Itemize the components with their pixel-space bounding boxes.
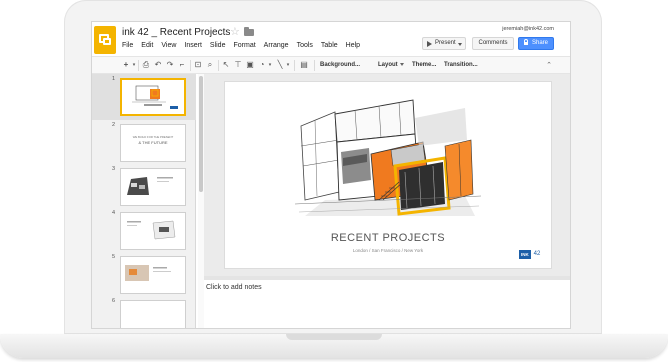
logo-number: 42 [531, 249, 543, 260]
building-photo-thumbnail [127, 220, 176, 240]
slide-title[interactable]: RECENT PROJECTS [225, 232, 551, 244]
folder-icon[interactable] [244, 27, 254, 36]
background-button[interactable]: Background... [320, 60, 360, 71]
filmstrip-scrollbar-thumb[interactable] [199, 76, 203, 192]
notes-placeholder: Click to add notes [206, 284, 262, 291]
current-slide[interactable]: RECENT PROJECTS London / San Francisco /… [225, 82, 551, 268]
document-title[interactable]: ink 42 _ Recent Projects [122, 27, 230, 38]
menu-bar: File Edit View Insert Slide Format Arran… [122, 42, 360, 54]
menu-view[interactable]: View [161, 42, 176, 54]
menu-arrange[interactable]: Arrange [264, 42, 289, 54]
slide-subtitle[interactable]: London / San Francisco / New York [225, 248, 551, 253]
present-button[interactable]: Present [422, 37, 466, 50]
ink42-logo: INK 42 [519, 249, 543, 260]
menu-help[interactable]: Help [346, 42, 360, 54]
building-photo-thumbnail [127, 177, 173, 195]
slide-thumbnail-2[interactable]: WE BUILD FOR THE PRESENT & THE FUTURE [120, 124, 186, 162]
slide-number: 6 [112, 298, 116, 304]
slide-number: 3 [112, 166, 116, 172]
thumbnail-text: WE BUILD FOR THE PRESENT [132, 135, 174, 139]
chevron-down-icon [399, 62, 404, 66]
zoom-icon[interactable]: ⌕ [206, 61, 214, 69]
background-label: Background... [320, 62, 361, 68]
star-icon[interactable]: ☆ [230, 25, 240, 38]
slide-number: 2 [112, 122, 116, 128]
slide-filmstrip: 1 2 WE BUILD FOR THE PRESENT & THE FUTUR… [92, 74, 196, 328]
slide-thumbnail-6[interactable] [120, 300, 186, 328]
paint-format-icon[interactable]: ⌐ [178, 61, 186, 69]
line-dropdown-icon[interactable]: ▾ [284, 61, 292, 69]
slide-thumbnail-1[interactable] [120, 78, 186, 116]
slide-thumbnail-3[interactable] [120, 168, 186, 206]
comment-icon[interactable]: ▤ [300, 61, 308, 69]
collapse-toolbar-icon[interactable]: ⌃ [546, 61, 552, 69]
layout-label: Layout [378, 62, 398, 68]
chevron-down-icon[interactable] [458, 43, 462, 46]
image-icon[interactable]: ▣ [246, 61, 254, 69]
building-sketch-thumbnail [132, 85, 178, 109]
present-label: Present [435, 40, 456, 46]
theme-button[interactable]: Theme... [412, 60, 436, 71]
thumbnail-text: & THE FUTURE [138, 140, 168, 145]
user-email[interactable]: jeremiah@ink42.com [502, 26, 554, 32]
logo-word: INK [521, 252, 529, 257]
layout-dropdown[interactable]: Layout [378, 60, 404, 71]
menu-file[interactable]: File [122, 42, 133, 54]
building-photo-thumbnail [125, 265, 171, 281]
slide-number: 1 [112, 76, 116, 82]
transition-button[interactable]: Transition... [444, 60, 478, 71]
screen: ink 42 _ Recent Projects ☆ File Edit Vie… [92, 22, 570, 328]
menu-insert[interactable]: Insert [184, 42, 202, 54]
speaker-notes-area[interactable]: Click to add notes [204, 280, 570, 328]
transition-label: Transition... [444, 62, 478, 68]
share-label: Share [532, 40, 549, 46]
menu-slide[interactable]: Slide [210, 42, 226, 54]
slide-number: 4 [112, 210, 116, 216]
new-slide-icon[interactable]: + [122, 61, 130, 69]
slide-thumbnail-5[interactable] [120, 256, 186, 294]
menu-edit[interactable]: Edit [141, 42, 153, 54]
redo-icon[interactable]: ↷ [166, 61, 174, 69]
laptop-notch [286, 334, 382, 340]
share-button[interactable]: Share [518, 37, 554, 50]
building-sketch-illustration [295, 99, 482, 216]
print-icon[interactable]: ⎙ [142, 61, 150, 69]
theme-label: Theme... [412, 62, 437, 68]
undo-icon[interactable]: ↶ [154, 61, 162, 69]
toolbar: + ▾ ⎙ ↶ ↷ ⌐ ⊡ ⌕ ↖ ⊤ ▣ ◔ ▾ ╲ ▾ ▤ Backgrou… [92, 56, 570, 74]
slide-thumbnail-4[interactable] [120, 212, 186, 250]
new-slide-dropdown-icon[interactable]: ▾ [130, 61, 138, 69]
shape-dropdown-icon[interactable]: ▾ [266, 61, 274, 69]
line-icon[interactable]: ╲ [276, 61, 284, 69]
comments-button[interactable]: Comments [472, 37, 514, 50]
menu-table[interactable]: Table [321, 42, 338, 54]
play-icon [427, 41, 432, 47]
slide-number: 5 [112, 254, 116, 260]
menu-tools[interactable]: Tools [297, 42, 313, 54]
lock-icon [524, 39, 528, 45]
menu-format[interactable]: Format [233, 42, 255, 54]
select-cursor-icon[interactable]: ↖ [222, 61, 230, 69]
text-box-icon[interactable]: ⊤ [234, 61, 242, 69]
zoom-fit-icon[interactable]: ⊡ [194, 61, 202, 69]
shape-icon[interactable]: ◔ [258, 61, 266, 69]
slides-logo-icon[interactable] [94, 26, 116, 54]
